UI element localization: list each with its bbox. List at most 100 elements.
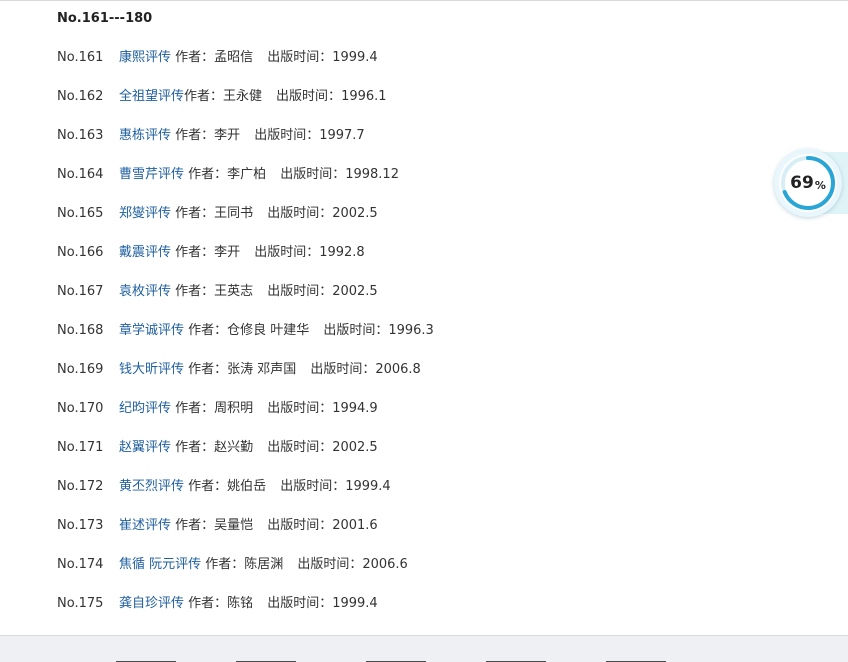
- book-author: 姚伯岳: [227, 479, 267, 494]
- book-date: 1999.4: [345, 479, 391, 494]
- progress-value: 69: [790, 173, 814, 193]
- book-number: No.166: [57, 245, 104, 260]
- date-label: 出版时间：: [323, 323, 389, 338]
- bottom-bar: [0, 635, 848, 662]
- book-date: 1999.4: [332, 596, 378, 611]
- book-title-link[interactable]: 郑燮评传: [119, 206, 171, 221]
- book-author: 王同书: [214, 206, 254, 221]
- book-author: 王永健: [223, 89, 263, 104]
- book-author: 吴量恺: [214, 518, 254, 533]
- author-label: 作者：: [188, 479, 228, 494]
- book-row: No.163 惠栋评传 作者：李开 出版时间：1997.7: [57, 126, 365, 146]
- book-author: 李广柏: [227, 167, 267, 182]
- book-row: No.175 龚自珍评传 作者：陈铭 出版时间：1999.4: [57, 594, 378, 614]
- book-author: 李开: [214, 128, 241, 143]
- date-label: 出版时间：: [280, 167, 346, 182]
- date-label: 出版时间：: [276, 89, 342, 104]
- author-label: 作者：: [188, 362, 228, 377]
- book-number: No.165: [57, 206, 104, 221]
- date-label: 出版时间：: [280, 479, 346, 494]
- book-number: No.161: [57, 50, 104, 65]
- book-row: No.161 康熙评传 作者：孟昭信 出版时间：1999.4: [57, 48, 378, 68]
- section-title: No.161---180: [57, 11, 153, 26]
- book-author: 仓修良 叶建华: [227, 323, 310, 338]
- book-row: No.166 戴震评传 作者：李开 出版时间：1992.8: [57, 243, 365, 263]
- book-date: 1994.9: [332, 401, 378, 416]
- author-label: 作者：: [175, 518, 215, 533]
- book-date: 1998.12: [345, 167, 399, 182]
- author-label: 作者：: [175, 206, 215, 221]
- date-label: 出版时间：: [267, 206, 333, 221]
- book-number: No.163: [57, 128, 104, 143]
- book-title-link[interactable]: 惠栋评传: [119, 128, 171, 143]
- book-number: No.167: [57, 284, 104, 299]
- book-title-link[interactable]: 戴震评传: [119, 245, 171, 260]
- book-date: 1996.1: [341, 89, 387, 104]
- book-number: No.164: [57, 167, 104, 182]
- book-author: 李开: [214, 245, 241, 260]
- book-date: 1997.7: [319, 128, 365, 143]
- book-date: 2001.6: [332, 518, 378, 533]
- book-title-link[interactable]: 赵翼评传: [119, 440, 171, 455]
- date-label: 出版时间：: [267, 401, 333, 416]
- book-title-link[interactable]: 曹雪芹评传: [119, 167, 184, 182]
- book-date: 2002.5: [332, 440, 378, 455]
- author-label: 作者：: [175, 50, 215, 65]
- progress-unit: %: [814, 178, 826, 192]
- book-title-link[interactable]: 黄丕烈评传: [119, 479, 184, 494]
- book-author: 张涛 邓声国: [227, 362, 297, 377]
- book-row: No.165 郑燮评传 作者：王同书 出版时间：2002.5: [57, 204, 378, 224]
- book-title-link[interactable]: 纪昀评传: [119, 401, 171, 416]
- book-title-link[interactable]: 康熙评传: [119, 50, 171, 65]
- date-label: 出版时间：: [254, 245, 320, 260]
- date-label: 出版时间：: [254, 128, 320, 143]
- progress-readout: 69%: [774, 149, 842, 217]
- book-date: 1996.3: [388, 323, 434, 338]
- book-date: 2006.6: [362, 557, 408, 572]
- date-label: 出版时间：: [267, 284, 333, 299]
- book-author: 周积明: [214, 401, 254, 416]
- author-label: 作者：: [175, 128, 215, 143]
- date-label: 出版时间：: [297, 557, 363, 572]
- book-title-link[interactable]: 全祖望评传: [119, 89, 184, 104]
- book-title-link[interactable]: 钱大昕评传: [119, 362, 184, 377]
- book-row: No.169 钱大昕评传 作者：张涛 邓声国 出版时间：2006.8: [57, 360, 421, 380]
- book-row: No.173 崔述评传 作者：吴量恺 出版时间：2001.6: [57, 516, 378, 536]
- book-author: 赵兴勤: [214, 440, 254, 455]
- book-title-link[interactable]: 袁枚评传: [119, 284, 171, 299]
- book-number: No.174: [57, 557, 104, 572]
- author-label: 作者：: [188, 323, 228, 338]
- book-number: No.171: [57, 440, 104, 455]
- date-label: 出版时间：: [310, 362, 376, 377]
- date-label: 出版时间：: [267, 440, 333, 455]
- author-label: 作者：: [184, 89, 224, 104]
- book-number: No.169: [57, 362, 104, 377]
- book-number: No.173: [57, 518, 104, 533]
- top-divider: [0, 0, 848, 1]
- author-label: 作者：: [175, 401, 215, 416]
- book-date: 2002.5: [332, 206, 378, 221]
- date-label: 出版时间：: [267, 596, 333, 611]
- book-title-link[interactable]: 龚自珍评传: [119, 596, 184, 611]
- book-author: 陈居渊: [244, 557, 284, 572]
- page: No.161---180 No.161 康熙评传 作者：孟昭信 出版时间：1999.…: [0, 0, 848, 662]
- book-author: 孟昭信: [214, 50, 254, 65]
- book-row: No.172 黄丕烈评传 作者：姚伯岳 出版时间：1999.4: [57, 477, 391, 497]
- author-label: 作者：: [188, 167, 228, 182]
- author-label: 作者：: [175, 440, 215, 455]
- book-author: 陈铭: [227, 596, 254, 611]
- progress-widget[interactable]: 69%: [774, 149, 842, 217]
- book-row: No.168 章学诚评传 作者：仓修良 叶建华 出版时间：1996.3: [57, 321, 434, 341]
- book-number: No.172: [57, 479, 104, 494]
- book-row: No.164 曹雪芹评传 作者：李广柏 出版时间：1998.12: [57, 165, 399, 185]
- book-title-link[interactable]: 章学诚评传: [119, 323, 184, 338]
- date-label: 出版时间：: [267, 518, 333, 533]
- book-title-link[interactable]: 崔述评传: [119, 518, 171, 533]
- book-date: 1999.4: [332, 50, 378, 65]
- book-row: No.167 袁枚评传 作者：王英志 出版时间：2002.5: [57, 282, 378, 302]
- book-row: No.174 焦循 阮元评传 作者：陈居渊 出版时间：2006.6: [57, 555, 408, 575]
- book-author: 王英志: [214, 284, 254, 299]
- book-title-link[interactable]: 焦循 阮元评传: [119, 557, 201, 572]
- book-number: No.168: [57, 323, 104, 338]
- book-number: No.170: [57, 401, 104, 416]
